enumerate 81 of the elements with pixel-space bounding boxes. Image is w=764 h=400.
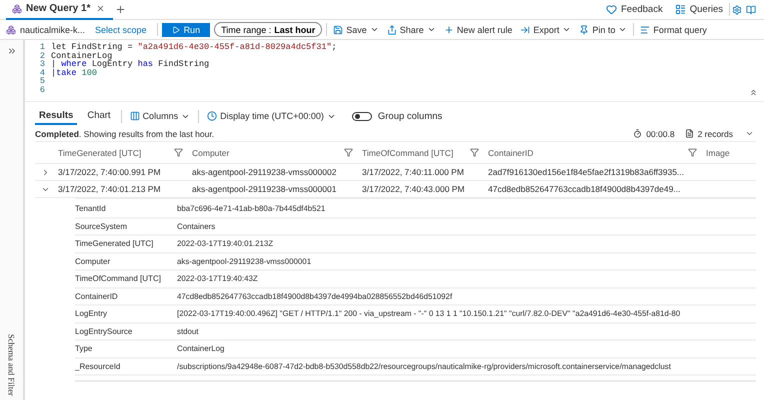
alert-button[interactable]: New alert rule [442,24,514,34]
column-header[interactable]: Image [706,148,730,158]
document-icon [684,129,694,138]
time-range-button[interactable]: Time range : Last hour [214,22,322,37]
column-header[interactable]: Computer [192,148,230,158]
field-name: TimeOfCommand [UTC] [75,274,162,284]
save-button[interactable]: Save [331,24,381,34]
scope-name: nauticalmike-k... [20,24,86,34]
code-line: | where LogEntry has FindString [51,60,210,68]
record-count: 2 records [698,128,733,138]
queries-link[interactable]: Queries [668,4,729,15]
code-line: let FindString = "a2a491d6-4e30-455f-a81d-8029a4dc5f31"; [51,43,337,52]
group-columns-toggle[interactable] [352,112,372,120]
field-name: Computer [75,256,112,266]
clock-icon [207,111,218,121]
line-number: 3 [38,60,46,68]
line-number: 2 [38,52,46,60]
table-cell-text: 3/17/2022, 7:40:00.991 PM [57,167,162,177]
column-header[interactable]: TimeGenerated [UTC] [58,148,142,158]
export-button[interactable]: Export [518,24,574,34]
column-header[interactable]: ContainerID [488,148,534,158]
field-name: TimeGenerated [UTC] [75,239,154,248]
code-line: ContainerLog [51,52,112,60]
list-icon [674,4,686,15]
columns-button[interactable]: Columns [128,111,192,121]
line-number: 5 [38,77,46,86]
status-message: Completed. Showing results from the last hour. [35,128,214,138]
chevron-down-icon [370,25,379,34]
table-cell-text: aks-agentpool-29119238-vmss000001 [191,184,338,194]
table-cell-text: 3/17/2022, 7:40:43.000 PM [361,184,466,194]
field-name: _ResourceId [75,362,122,371]
query-editor[interactable]: 1 let FindString = "a2a491d6-4e30-455f-a81d-8029a4dc5f31"; 2 ContainerLog 3 | where LogEntry has FindString 4 |take 100 5 6 [25,40,764,102]
field-name: Type [75,344,94,354]
share-button[interactable]: Share [384,24,438,34]
line-number: 6 [38,86,46,94]
schema-panel-label[interactable]: Schema and Filter [6,334,16,396]
table-cell-text: 3/17/2022, 7:40:01.213 PM [57,184,162,194]
results-tab[interactable]: Chart [83,107,115,125]
run-button[interactable]: Run [162,22,210,36]
field-name: LogEntry [75,309,108,318]
plus-icon [444,24,454,34]
table-cell-text: 47cd8edb852647763ccadb18f4900d8b4397de49... [487,184,682,194]
heart-icon [606,4,617,15]
share-icon [386,24,397,34]
timer-icon [633,129,642,138]
line-number: 1 [38,43,46,52]
field-name: ContainerID [75,292,119,301]
cluster-icon [12,4,22,14]
cluster-icon [6,24,16,34]
line-number: 4 [38,68,46,77]
filter-icon[interactable] [344,148,353,157]
format-button[interactable]: Format query [638,24,709,34]
results-tab[interactable]: Results [35,107,78,125]
query-tab[interactable]: New Query 1* [6,0,114,20]
chevron-down-icon [562,25,572,34]
group-columns-label: Group columns [378,110,442,122]
column-header[interactable]: TimeOfCommand [UTC] [362,148,454,158]
field-name: SourceSystem [75,222,128,231]
arrow-icon [520,24,530,34]
table-cell-text: 2ad7f916130ed156e1f84e5fae2f1319b83a6ff3935... [487,167,686,177]
feedback-link[interactable]: Feedback [600,4,669,15]
field-name: LogEntrySource [75,326,134,336]
chevron-down-icon [618,25,628,34]
pin-button[interactable]: Pin to [577,24,630,34]
lines-icon [640,24,650,34]
pin-icon [579,24,590,34]
filter-icon[interactable] [688,148,697,157]
chevron-down-icon [426,25,436,34]
field-name: TenantId [75,204,107,214]
select-scope-link[interactable]: Select scope [89,24,153,34]
filter-icon[interactable] [174,148,183,157]
settings-icon[interactable] [730,2,744,16]
code-line: |take 100 [51,68,97,77]
table-cell-text: aks-agentpool-29119238-vmss000002 [191,167,338,177]
play-icon [172,26,180,34]
table-cell-text: 3/17/2022, 7:40:11.000 PM [361,167,465,177]
columns-icon [130,111,140,121]
save-icon [333,24,344,34]
duration: 00:00.8 [646,128,675,138]
filter-icon[interactable] [470,148,479,157]
display-time-button[interactable]: Display time (UTC+00:00) [205,111,338,121]
